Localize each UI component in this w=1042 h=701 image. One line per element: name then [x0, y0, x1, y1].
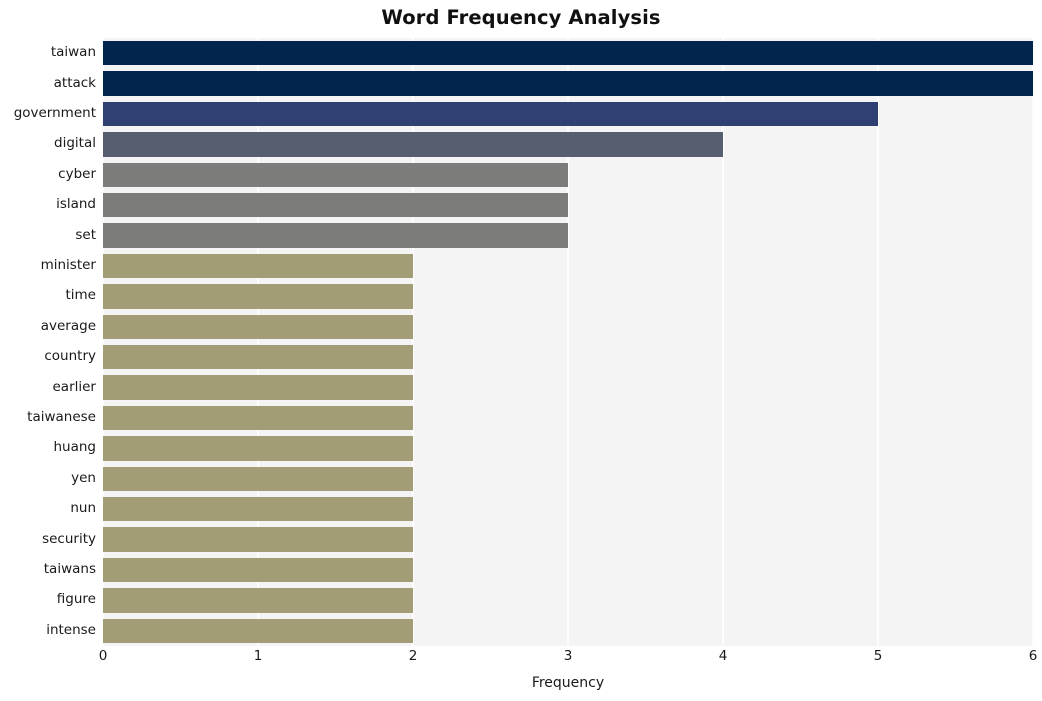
- bar-row[interactable]: [103, 588, 1033, 613]
- y-tick-label-taiwans: taiwans: [43, 561, 96, 577]
- bar-figure[interactable]: [103, 588, 413, 613]
- bar-row[interactable]: [103, 466, 1033, 491]
- y-axis-tick-labels: taiwan attack government digital cyber island…: [0, 38, 96, 646]
- y-tick-label-average: average: [40, 317, 96, 334]
- bar-row[interactable]: [103, 223, 1033, 248]
- bar-minister[interactable]: [103, 253, 413, 279]
- bar-row[interactable]: [103, 527, 1033, 552]
- bar-row[interactable]: [103, 162, 1033, 187]
- bar-earlier[interactable]: [103, 375, 413, 400]
- bars-container: [103, 38, 1033, 646]
- bar-taiwans[interactable]: [103, 557, 413, 583]
- bar-row[interactable]: [103, 405, 1033, 431]
- bar-row[interactable]: [103, 71, 1033, 96]
- y-tick-label-country: country: [44, 348, 96, 365]
- y-tick-label-set: set: [75, 226, 96, 243]
- y-tick-label-attack: attack: [53, 74, 96, 91]
- y-tick-label-yen: yen: [71, 469, 96, 486]
- x-axis-tick-labels: 0 1 2 3 4 5 6: [99, 648, 1038, 672]
- chart-title: Word Frequency Analysis: [381, 6, 661, 29]
- bar-row[interactable]: [103, 497, 1033, 522]
- bar-row[interactable]: [103, 375, 1033, 400]
- bar-huang[interactable]: [103, 436, 413, 461]
- bar-row[interactable]: [103, 618, 1033, 643]
- bar-row[interactable]: [103, 193, 1033, 218]
- bar-government[interactable]: [103, 101, 878, 127]
- x-tick-label-1: 1: [253, 648, 263, 664]
- word-frequency-chart-figure: Word Frequency Analysis taiwan attack gove…: [0, 0, 1042, 701]
- x-tick-label-3: 3: [563, 648, 573, 664]
- x-tick-label-6: 6: [1028, 648, 1038, 664]
- bar-row[interactable]: [103, 557, 1033, 583]
- bar-average[interactable]: [103, 314, 413, 339]
- bar-taiwan[interactable]: [103, 41, 1033, 66]
- y-tick-label-time: time: [65, 287, 96, 304]
- x-axis-title: Frequency: [531, 675, 605, 691]
- bar-cyber[interactable]: [103, 162, 568, 187]
- y-tick-label-nun: nun: [70, 500, 96, 517]
- x-tick-label-2: 2: [408, 648, 418, 664]
- bar-row[interactable]: [103, 284, 1033, 309]
- bar-set[interactable]: [103, 223, 568, 248]
- x-tick-label-0: 0: [98, 648, 108, 664]
- bar-nun[interactable]: [103, 497, 413, 522]
- bar-row[interactable]: [103, 314, 1033, 339]
- bar-yen[interactable]: [103, 466, 413, 491]
- y-tick-label-government: government: [13, 105, 96, 121]
- y-tick-label-figure: figure: [56, 591, 96, 608]
- bar-island[interactable]: [103, 193, 568, 218]
- plot-area: [102, 38, 1034, 646]
- bar-row[interactable]: [103, 345, 1033, 370]
- y-tick-label-security: security: [42, 530, 96, 547]
- y-tick-label-digital: digital: [54, 135, 96, 152]
- y-tick-label-earlier: earlier: [52, 378, 97, 395]
- bar-security[interactable]: [103, 527, 413, 552]
- x-tick-label-5: 5: [873, 648, 883, 664]
- y-tick-label-huang: huang: [53, 439, 96, 456]
- y-tick-label-cyber: cyber: [58, 165, 96, 182]
- bar-row[interactable]: [103, 132, 1033, 157]
- bar-intense[interactable]: [103, 618, 413, 643]
- bar-attack[interactable]: [103, 71, 1033, 96]
- y-tick-label-intense: intense: [46, 621, 96, 638]
- bar-row[interactable]: [103, 101, 1033, 127]
- bar-row[interactable]: [103, 41, 1033, 66]
- bar-digital[interactable]: [103, 132, 723, 157]
- bar-country[interactable]: [103, 345, 413, 370]
- bar-taiwanese[interactable]: [103, 405, 413, 431]
- bar-row[interactable]: [103, 253, 1033, 279]
- bar-row[interactable]: [103, 436, 1033, 461]
- bar-time[interactable]: [103, 284, 413, 309]
- y-tick-label-taiwan: taiwan: [50, 44, 96, 61]
- y-tick-label-minister: minister: [40, 257, 96, 273]
- x-tick-label-4: 4: [718, 648, 728, 664]
- y-tick-label-island: island: [56, 196, 96, 213]
- y-tick-label-taiwanese: taiwanese: [27, 409, 96, 425]
